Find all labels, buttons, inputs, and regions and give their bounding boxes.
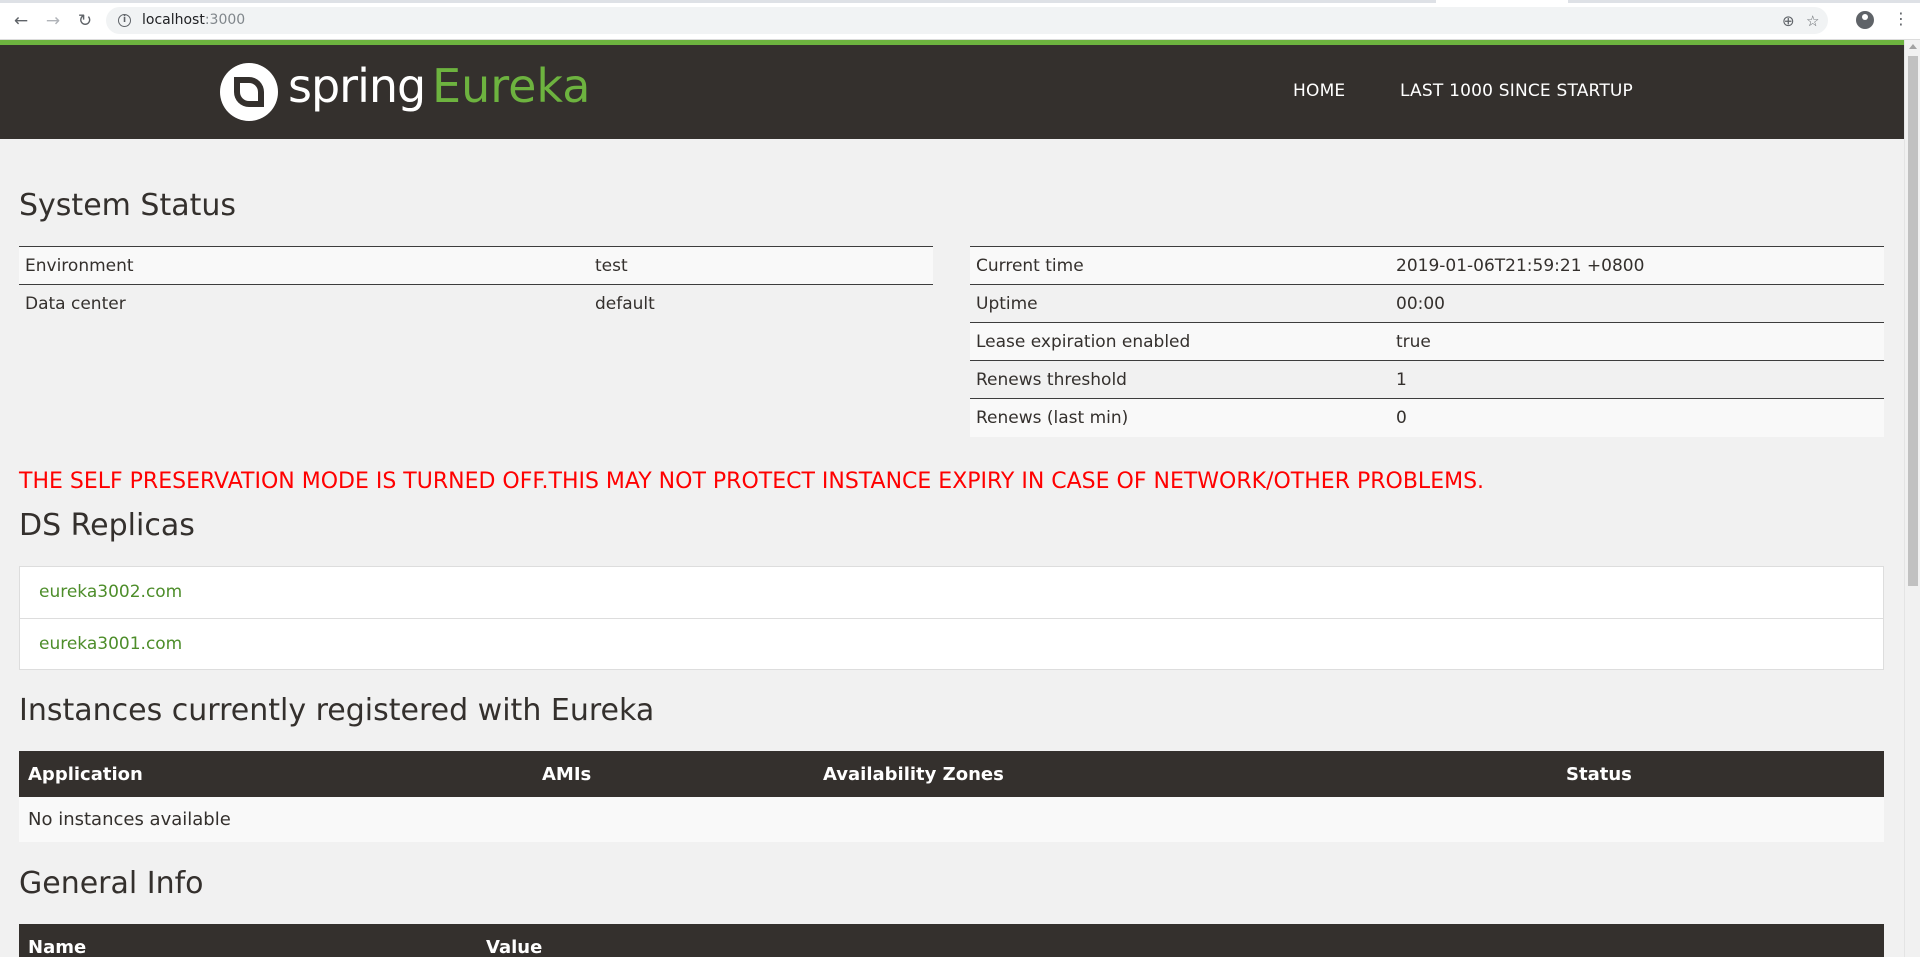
column-header-amis: AMIs (533, 751, 814, 797)
status-value: default (589, 284, 933, 323)
column-header-application: Application (19, 751, 533, 797)
nav-home-link[interactable]: HOME (1293, 81, 1345, 101)
status-label: Data center (19, 284, 589, 323)
table-row: Uptime 00:00 (970, 284, 1884, 323)
address-bar[interactable]: i localhost:3000 ⊕ ☆ (106, 7, 1828, 34)
ds-replicas-heading: DS Replicas (19, 508, 195, 543)
column-header-value: Value (477, 924, 1884, 957)
no-instances-message: No instances available (19, 797, 1884, 842)
forward-arrow-icon[interactable]: → (42, 10, 64, 32)
spring-leaf-icon (220, 63, 278, 121)
site-info-icon[interactable]: i (118, 14, 131, 27)
status-value: 0 (1390, 398, 1884, 437)
tab-strip (0, 0, 1920, 3)
table-row: Environment test (19, 246, 933, 285)
browser-toolbar: ← → ↻ i localhost:3000 ⊕ ☆ ⋮ (0, 0, 1920, 40)
status-label: Environment (19, 246, 589, 285)
scroll-thumb[interactable] (1908, 56, 1918, 586)
active-tab-edge (1436, 0, 1568, 3)
instances-heading: Instances currently registered with Eure… (19, 693, 655, 728)
system-status-left-table: Environment test Data center default (19, 246, 933, 323)
table-header-row: Application AMIs Availability Zones Stat… (19, 751, 1884, 797)
profile-avatar-icon[interactable] (1856, 11, 1874, 29)
status-label: Uptime (970, 284, 1390, 323)
general-info-heading: General Info (19, 866, 204, 901)
self-preservation-warning: THE SELF PRESERVATION MODE IS TURNED OFF… (19, 469, 1485, 494)
navbar: spring Eureka HOME LAST 1000 SINCE START… (0, 45, 1904, 139)
scroll-up-arrow-icon[interactable] (1909, 44, 1917, 49)
status-value: 2019-01-06T21:59:21 +0800 (1390, 246, 1884, 285)
instances-table: Application AMIs Availability Zones Stat… (19, 751, 1884, 842)
back-arrow-icon[interactable]: ← (10, 10, 32, 32)
zoom-icon[interactable]: ⊕ (1782, 12, 1795, 30)
page-scrollbar[interactable] (1904, 40, 1920, 957)
replicas-list: eureka3002.com eureka3001.com (19, 566, 1884, 670)
kebab-menu-icon[interactable]: ⋮ (1893, 9, 1909, 28)
column-header-name: Name (19, 924, 477, 957)
table-row: Renews threshold 1 (970, 360, 1884, 399)
status-value: test (589, 246, 933, 285)
replica-link[interactable]: eureka3002.com (20, 567, 1883, 618)
replica-link[interactable]: eureka3001.com (20, 618, 1883, 669)
logo-eureka-text: Eureka (432, 59, 591, 113)
status-label: Lease expiration enabled (970, 322, 1390, 361)
status-value: 00:00 (1390, 284, 1884, 323)
column-header-status: Status (1557, 751, 1884, 797)
bookmark-star-icon[interactable]: ☆ (1806, 12, 1819, 30)
status-label: Renews (last min) (970, 398, 1390, 437)
general-info-table: Name Value (19, 924, 1884, 957)
status-value: true (1390, 322, 1884, 361)
url-text[interactable]: localhost:3000 (142, 12, 245, 28)
table-row: No instances available (19, 797, 1884, 842)
status-label: Current time (970, 246, 1390, 285)
status-label: Renews threshold (970, 360, 1390, 399)
system-status-heading: System Status (19, 188, 237, 223)
table-row: Data center default (19, 284, 933, 323)
reload-icon[interactable]: ↻ (74, 10, 96, 32)
status-value: 1 (1390, 360, 1884, 399)
table-header-row: Name Value (19, 924, 1884, 957)
table-row: Lease expiration enabled true (970, 322, 1884, 361)
table-row: Renews (last min) 0 (970, 398, 1884, 437)
nav-last-1000-link[interactable]: LAST 1000 SINCE STARTUP (1400, 81, 1633, 101)
table-row: Current time 2019-01-06T21:59:21 +0800 (970, 246, 1884, 285)
logo-spring-text: spring (288, 59, 426, 113)
system-status-right-table: Current time 2019-01-06T21:59:21 +0800 U… (970, 246, 1884, 437)
column-header-availability-zones: Availability Zones (814, 751, 1557, 797)
